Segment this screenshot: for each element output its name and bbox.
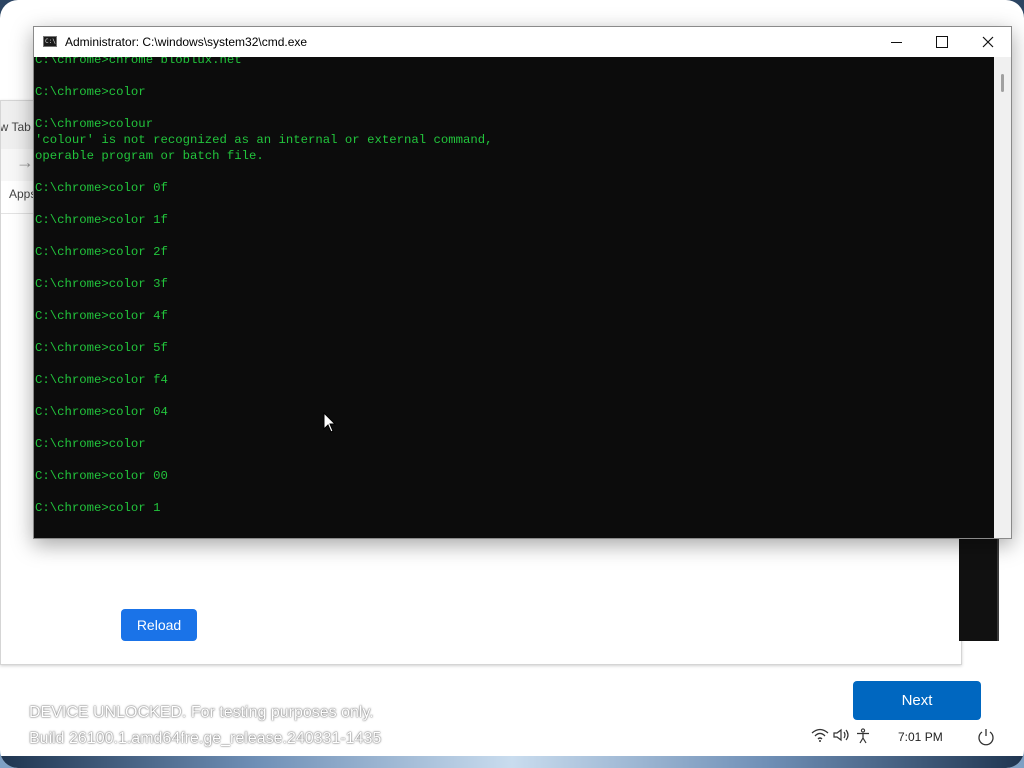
bookmark-divider <box>1 213 35 214</box>
maximize-button[interactable] <box>919 27 965 57</box>
minimize-icon <box>890 41 902 43</box>
forward-arrow-icon[interactable]: → <box>16 152 34 173</box>
console-line: C:\chrome>color 4f <box>35 309 168 323</box>
close-icon <box>982 36 994 48</box>
cmd-icon: C:\ <box>43 36 57 47</box>
next-button[interactable]: Next <box>853 681 981 720</box>
console-line: C:\chrome>color f4 <box>35 373 168 387</box>
console-line: C:\chrome>color <box>35 85 146 99</box>
console-output[interactable]: C:\chrome>chrome bloblux.net C:\chrome>c… <box>34 57 994 538</box>
power-icon[interactable] <box>977 728 995 746</box>
browser-tab-label: ew Tab <box>1 120 31 134</box>
scrollbar-thumb[interactable] <box>1001 74 1004 92</box>
reload-button[interactable]: Reload <box>121 609 197 641</box>
cmd-title: Administrator: C:\windows\system32\cmd.e… <box>65 35 308 49</box>
console-line: C:\chrome>color 2f <box>35 245 168 259</box>
desktop-wallpaper-strip <box>0 756 1024 768</box>
cmd-titlebar[interactable]: C:\ Administrator: C:\windows\system32\c… <box>34 27 1011 57</box>
console-line: C:\chrome>chrome bloblux.net <box>35 57 242 67</box>
maximize-icon <box>936 36 948 48</box>
console-scrollbar[interactable] <box>994 57 1011 538</box>
console-line: 'colour' is not recognized as an interna… <box>35 133 493 147</box>
wifi-icon[interactable] <box>811 728 829 742</box>
console-line: C:\chrome>color 3f <box>35 277 168 291</box>
mouse-cursor-icon <box>323 412 337 433</box>
console-line: C:\chrome>color 0f <box>35 181 168 195</box>
browser-tab[interactable]: ew Tab <box>1 101 36 149</box>
background-window-edge <box>959 537 999 641</box>
console-line: C:\chrome>color 1f <box>35 213 168 227</box>
oobe-screen: ew Tab → Apps Reload C:\ Administrator: … <box>0 0 1024 768</box>
console-line: operable program or batch file. <box>35 149 264 163</box>
console-line: C:\chrome>color 5f <box>35 341 168 355</box>
console-line: C:\chrome>color 00 <box>35 469 168 483</box>
minimize-button[interactable] <box>873 27 919 57</box>
build-watermark: DEVICE UNLOCKED. For testing purposes on… <box>29 700 381 752</box>
clock-time: 7:01 PM <box>898 730 943 744</box>
close-button[interactable] <box>965 27 1011 57</box>
console-lines: C:\chrome>chrome bloblux.net C:\chrome>c… <box>35 57 493 516</box>
volume-icon[interactable] <box>833 728 851 742</box>
cmd-window: C:\ Administrator: C:\windows\system32\c… <box>33 26 1012 539</box>
accessibility-icon[interactable] <box>855 728 871 744</box>
watermark-line-1: DEVICE UNLOCKED. For testing purposes on… <box>29 704 374 721</box>
console-line: C:\chrome>color 1 <box>35 501 161 515</box>
console-line: C:\chrome>color 04 <box>35 405 168 419</box>
console-line: C:\chrome>color <box>35 437 146 451</box>
background-window-edge-border <box>997 537 999 641</box>
watermark-line-2: Build 26100.1.amd64fre.ge_release.240331… <box>29 730 382 747</box>
console-line: C:\chrome>colour <box>35 117 154 131</box>
